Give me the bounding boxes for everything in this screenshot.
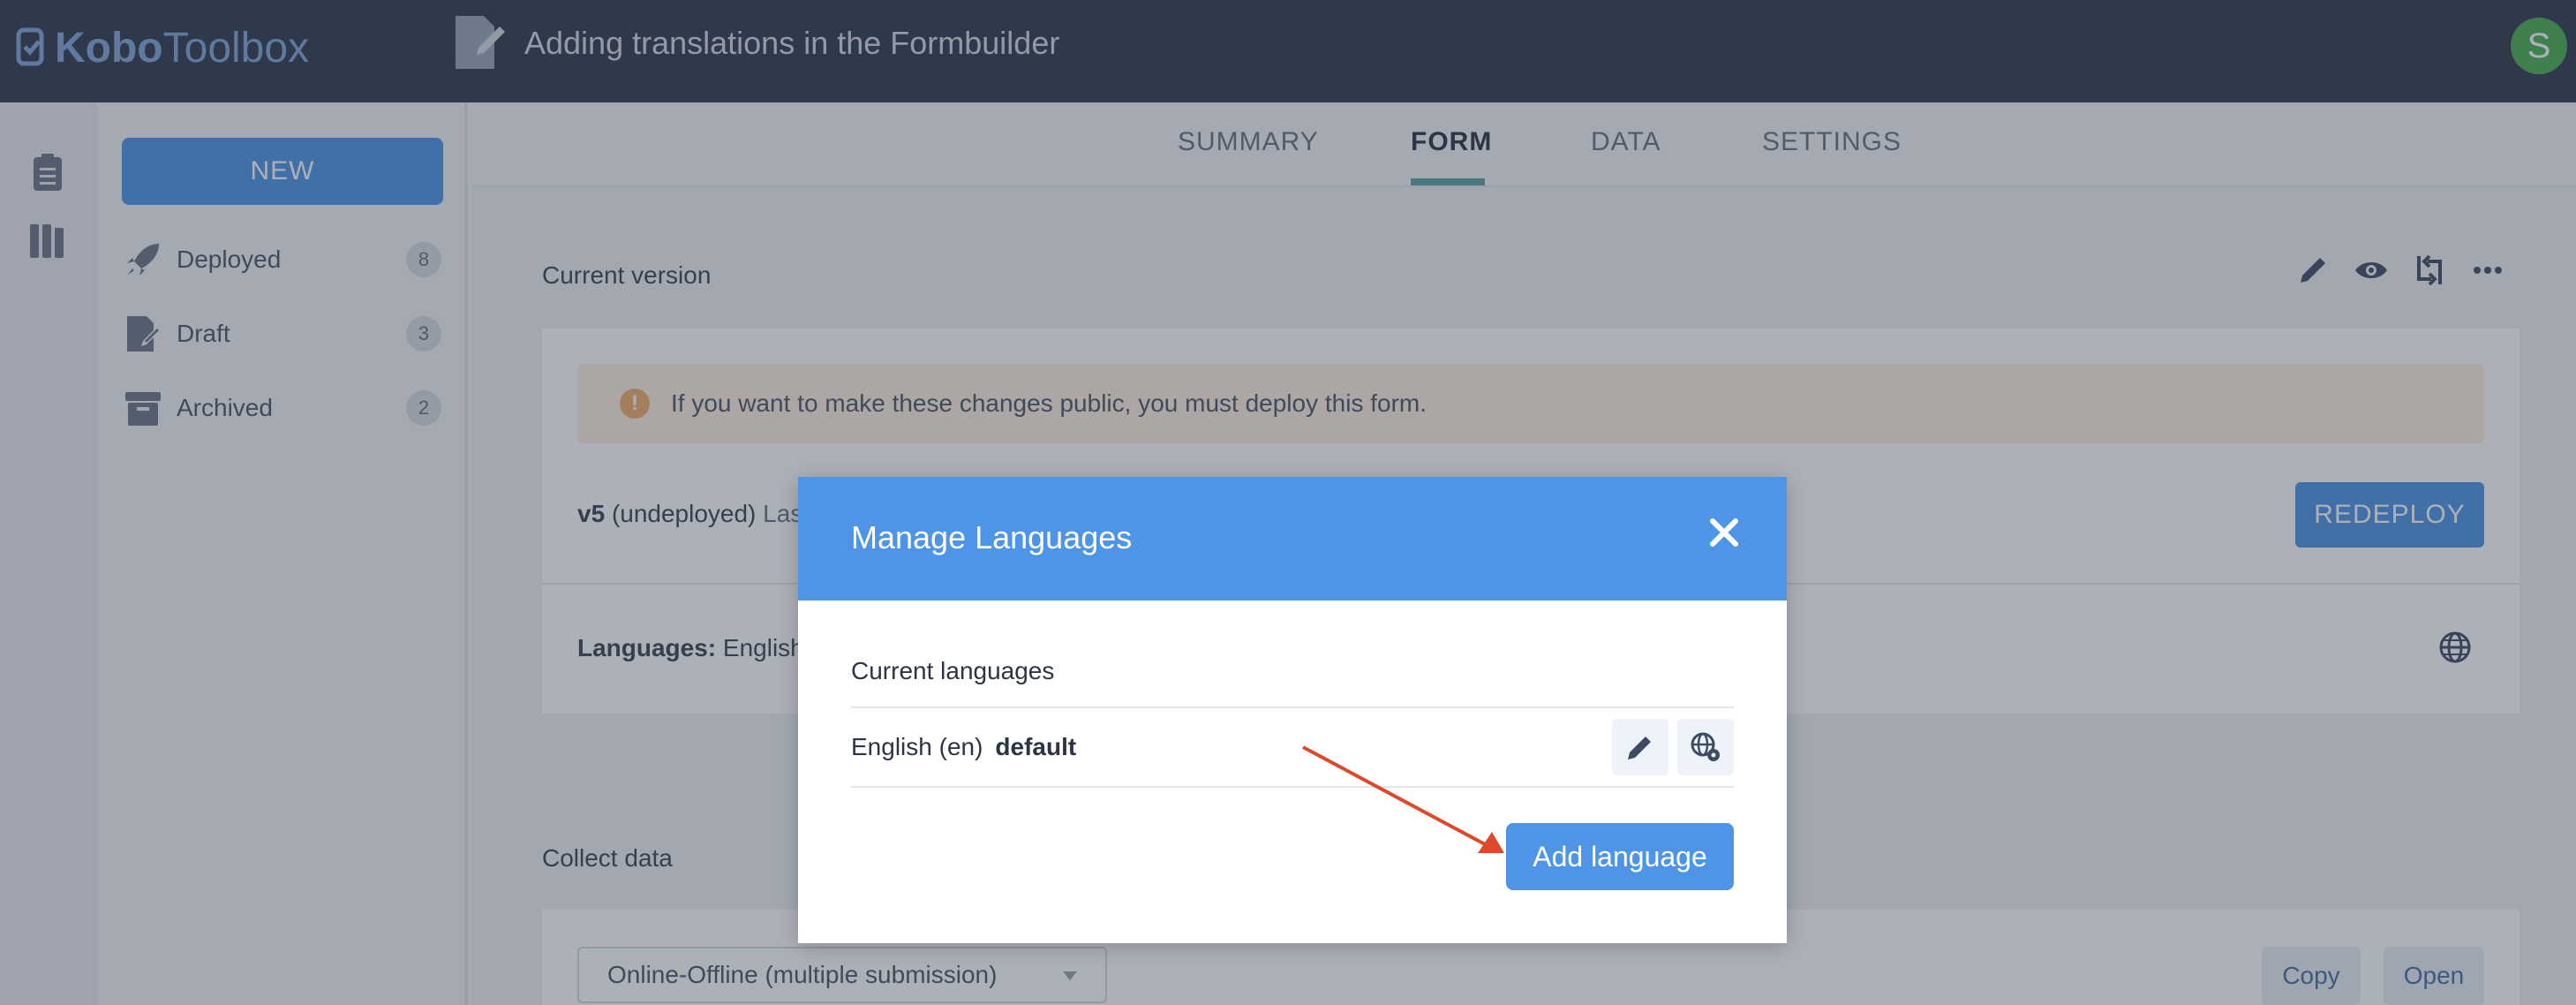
add-language-button[interactable]: Add language xyxy=(1506,823,1734,890)
row-divider xyxy=(851,786,1734,788)
translate-language-button[interactable] xyxy=(1677,719,1734,775)
edit-icon xyxy=(1628,737,1651,759)
default-language-badge: default xyxy=(995,733,1077,760)
edit-language-button[interactable] xyxy=(1612,719,1668,775)
row-divider xyxy=(851,707,1734,708)
current-languages-label: Current languages xyxy=(851,657,1055,684)
globe-settings-icon xyxy=(1691,732,1720,761)
annotation-arrow xyxy=(1302,745,1504,853)
language-row: English (en) default xyxy=(851,733,1076,761)
close-icon[interactable] xyxy=(1702,510,1746,555)
modal-title: Manage Languages xyxy=(851,519,1133,555)
language-name: English (en) xyxy=(851,733,983,760)
